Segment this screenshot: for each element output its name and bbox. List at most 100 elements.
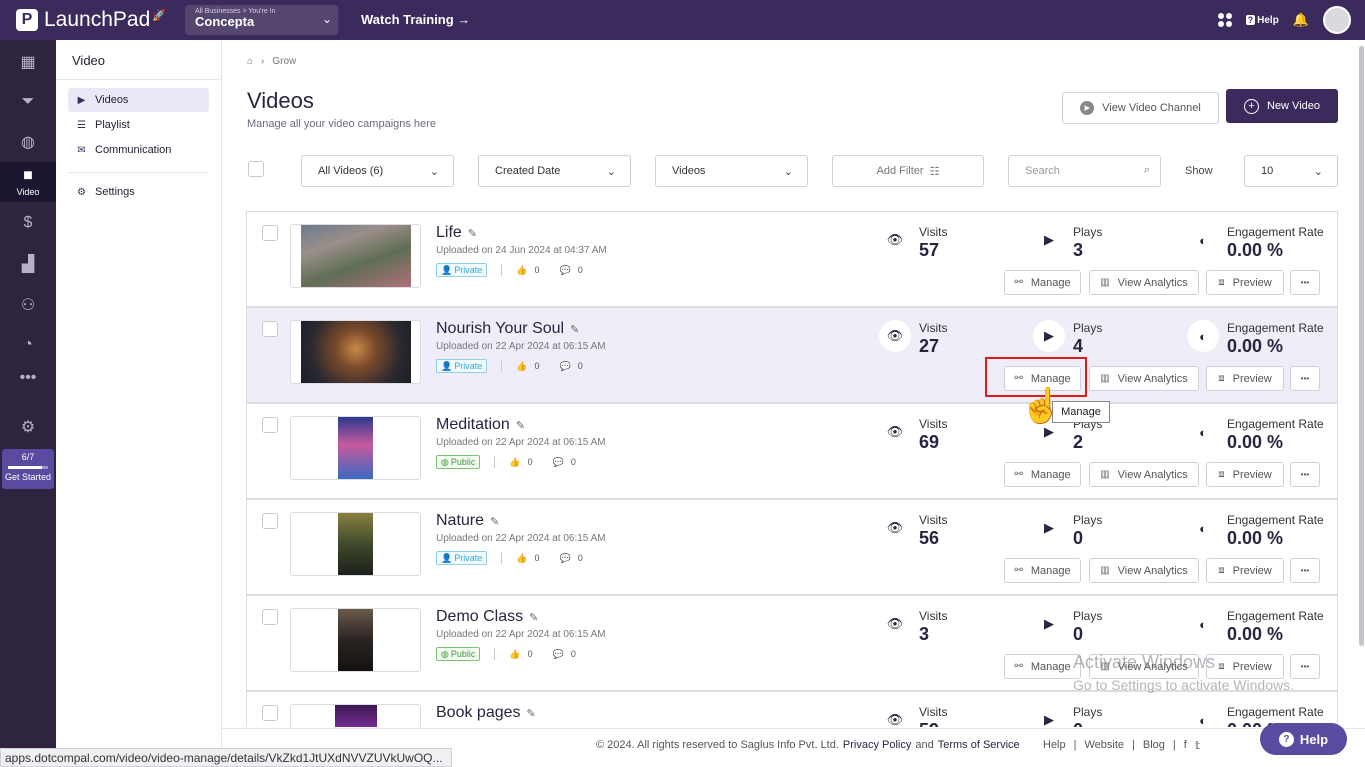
pencil-icon[interactable]: ✎ (570, 323, 579, 336)
video-title-text[interactable]: Life (436, 224, 462, 242)
preview-button[interactable]: ⧈ Preview (1206, 462, 1284, 487)
row-checkbox[interactable] (262, 609, 278, 625)
pencil-icon[interactable]: ✎ (468, 227, 477, 240)
users-icon[interactable]: ⚇ (0, 285, 56, 325)
get-started-widget[interactable]: 6/7 Get Started (2, 449, 54, 489)
sort-dropdown[interactable]: Created Date ⌄ (478, 155, 631, 187)
apps-grid-icon[interactable] (1217, 13, 1232, 27)
dollar-icon[interactable]: $ (0, 203, 56, 243)
row-checkbox[interactable] (262, 705, 278, 721)
twitter-icon[interactable]: 𝕥 (1195, 739, 1200, 752)
globe-icon[interactable]: ◍ (0, 122, 56, 162)
manage-button[interactable]: ⚯ Manage (1004, 270, 1081, 295)
type-dropdown[interactable]: Videos ⌄ (655, 155, 808, 187)
plays-label: Plays (1073, 513, 1103, 527)
bell-icon[interactable]: 🔔 (1293, 12, 1309, 28)
privacy-badge: ◍ Public (436, 647, 481, 661)
sidebar-item-playlist[interactable]: ☰ Playlist (68, 113, 209, 137)
sidebar-item-videos[interactable]: ▶ Videos (68, 88, 209, 112)
video-thumbnail[interactable] (290, 320, 421, 384)
video-title-text[interactable]: Book pages (436, 704, 521, 722)
new-video-button[interactable]: + New Video (1226, 89, 1338, 123)
video-thumbnail[interactable] (290, 416, 421, 480)
more-icon[interactable]: ••• (0, 358, 56, 398)
more-options-button[interactable]: ••• (1290, 654, 1320, 679)
rail-item-video[interactable]: ■ Video (0, 162, 56, 202)
more-options-button[interactable]: ••• (1290, 462, 1320, 487)
privacy-policy-link[interactable]: Privacy Policy (843, 739, 911, 751)
view-analytics-button[interactable]: ▥ View Analytics (1089, 558, 1199, 583)
search-input[interactable]: Search ⌕ (1008, 155, 1161, 187)
manage-button[interactable]: ⚯ Manage (1004, 558, 1081, 583)
meta-divider (501, 264, 503, 276)
add-filter-button[interactable]: Add Filter ☷ (832, 155, 984, 187)
video-title-text[interactable]: Meditation (436, 416, 510, 434)
row-checkbox[interactable] (262, 417, 278, 433)
settings-gear-icon[interactable]: ⚙ (0, 407, 56, 447)
manage-label: Manage (1030, 468, 1071, 481)
watermark-line2: Go to Settings to activate Windows. (1073, 677, 1294, 693)
more-options-button[interactable]: ••• (1290, 366, 1320, 391)
page-size-dropdown[interactable]: 10 ⌄ (1244, 155, 1338, 187)
manage-button[interactable]: ⚯ Manage (1004, 462, 1081, 487)
video-title: Demo Class ✎ (436, 608, 538, 626)
plays-label: Plays (1073, 609, 1103, 623)
sidebar-item-settings[interactable]: ⚙ Settings (68, 180, 209, 204)
footer-help-link[interactable]: Help (1043, 739, 1066, 752)
facebook-icon[interactable]: f (1184, 739, 1187, 752)
avatar[interactable] (1323, 6, 1351, 34)
preview-button[interactable]: ⧈ Preview (1206, 270, 1284, 295)
video-title-text[interactable]: Demo Class (436, 608, 523, 626)
chevron-down-icon: ⌄ (1313, 166, 1323, 178)
help-chat-button[interactable]: ? Help (1260, 723, 1347, 755)
view-video-channel-button[interactable]: ▶ View Video Channel (1062, 92, 1219, 124)
all-videos-dropdown[interactable]: All Videos (6) ⌄ (301, 155, 454, 187)
play-icon: ▶ (1033, 320, 1065, 352)
sidebar-item-label: Communication (95, 144, 172, 156)
pencil-icon[interactable]: ✎ (529, 611, 538, 624)
pencil-icon[interactable]: ✎ (527, 707, 536, 720)
search-icon[interactable]: ⌕ (1144, 164, 1150, 177)
pencil-icon[interactable]: ✎ (516, 419, 525, 432)
video-thumbnail[interactable] (290, 608, 421, 672)
video-thumbnail[interactable] (290, 704, 421, 727)
preview-button[interactable]: ⧈ Preview (1206, 366, 1284, 391)
scrollbar-thumb[interactable] (1359, 46, 1364, 646)
more-options-button[interactable]: ••• (1290, 558, 1320, 583)
video-title-text[interactable]: Nature (436, 512, 484, 530)
chart-icon[interactable]: ▟ (0, 244, 56, 284)
video-thumbnail[interactable] (290, 224, 421, 288)
watch-training-link[interactable]: Watch Training → (361, 12, 470, 27)
help-top-button[interactable]: ? Help (1245, 15, 1279, 26)
likes-stat: 👍 0 (509, 457, 532, 468)
footer-blog-link[interactable]: Blog (1143, 739, 1165, 752)
page-scrollbar[interactable] (1358, 40, 1365, 650)
video-title-text[interactable]: Nourish Your Soul (436, 320, 564, 338)
meta-divider (501, 360, 503, 372)
row-checkbox[interactable] (262, 513, 278, 529)
video-thumbnail[interactable] (290, 512, 421, 576)
row-checkbox[interactable] (262, 321, 278, 337)
dashboard-icon[interactable]: ▦ (0, 42, 56, 82)
funnel-icon[interactable]: ⏷ (0, 82, 56, 122)
manage-button[interactable]: ⚯ Manage (1004, 654, 1081, 679)
home-icon[interactable]: ⌂ (247, 56, 253, 67)
play-icon: ▶ (1044, 616, 1054, 631)
preview-button[interactable]: ⧈ Preview (1206, 558, 1284, 583)
more-options-button[interactable]: ••• (1290, 270, 1320, 295)
view-analytics-button[interactable]: ▥ View Analytics (1089, 270, 1199, 295)
pencil-icon[interactable]: ✎ (490, 515, 499, 528)
view-analytics-button[interactable]: ▥ View Analytics (1089, 462, 1199, 487)
business-switcher[interactable]: All Businesses > You're In Concepta ⌄ (185, 5, 338, 35)
footer-website-link[interactable]: Website (1084, 739, 1124, 752)
view-analytics-button[interactable]: ▥ View Analytics (1089, 366, 1199, 391)
breadcrumb-current[interactable]: Grow (272, 56, 296, 67)
terms-link[interactable]: Terms of Service (938, 739, 1020, 751)
select-all-checkbox[interactable] (248, 161, 264, 177)
plays-value: 2 (1073, 432, 1084, 452)
video-icon: ▶ (77, 94, 86, 106)
row-checkbox[interactable] (262, 225, 278, 241)
comments-icon: 💬 (559, 264, 571, 275)
sidebar-item-communication[interactable]: ✉ Communication (68, 138, 209, 162)
launchpad-logo[interactable]: P LaunchPad 🚀 (0, 8, 180, 32)
